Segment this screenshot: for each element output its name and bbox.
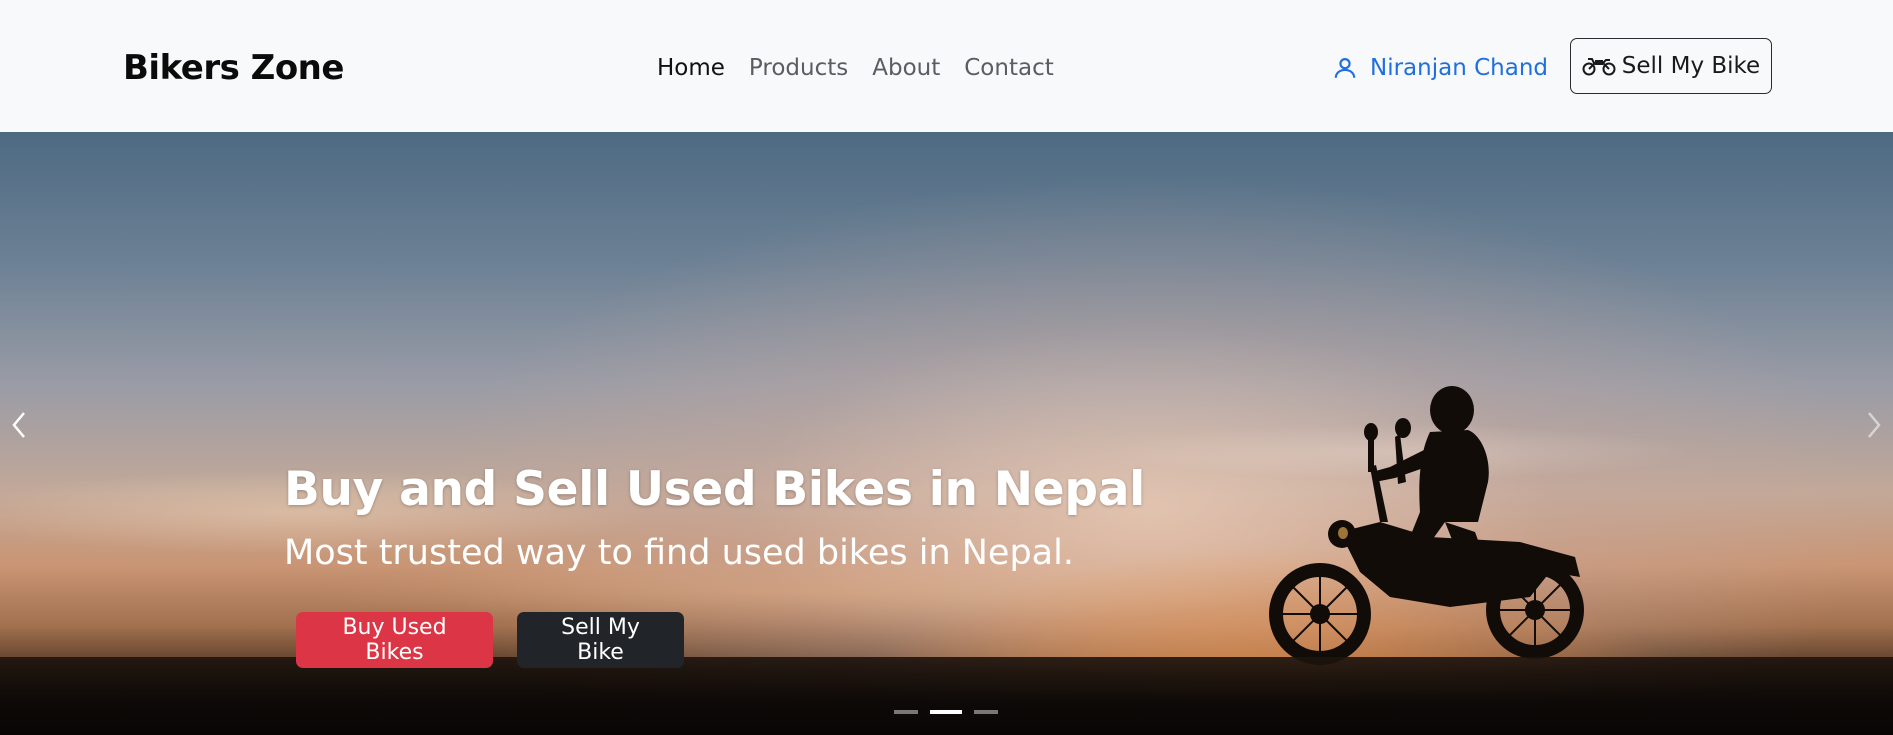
- buy-used-bikes-button[interactable]: Buy Used Bikes: [296, 612, 493, 668]
- hero-buttons: Buy Used Bikes Sell My Bike: [296, 612, 1145, 668]
- hero-title: Buy and Sell Used Bikes in Nepal: [284, 462, 1145, 517]
- person-icon: [1334, 58, 1356, 78]
- motorcycle-icon: [1582, 58, 1616, 76]
- carousel-indicator-3[interactable]: [974, 710, 998, 714]
- nav-link-about[interactable]: About: [872, 55, 940, 81]
- nav-links: Home Products About Contact: [657, 52, 1054, 84]
- sell-my-bike-nav-button[interactable]: Sell My Bike: [1570, 38, 1772, 94]
- nav-link-home[interactable]: Home: [657, 55, 725, 81]
- carousel-indicator-2[interactable]: [930, 710, 962, 714]
- navbar: Bikers Zone Home Products About Contact …: [0, 0, 1893, 132]
- user-name: Niranjan Chand: [1370, 55, 1549, 81]
- hero-carousel: Buy and Sell Used Bikes in Nepal Most tr…: [0, 132, 1893, 735]
- chevron-right-icon: [1868, 412, 1881, 438]
- motorcycle-rider-silhouette: [1269, 386, 1584, 665]
- carousel-prev-button[interactable]: [0, 400, 40, 450]
- nav-link-products[interactable]: Products: [749, 55, 848, 81]
- sell-my-bike-hero-button[interactable]: Sell My Bike: [517, 612, 684, 668]
- carousel-indicators: [894, 710, 998, 714]
- brand-logo[interactable]: Bikers Zone: [123, 46, 344, 90]
- sell-my-bike-nav-label: Sell My Bike: [1621, 53, 1761, 79]
- hero-ground: [0, 657, 1893, 735]
- carousel-next-button[interactable]: [1853, 400, 1893, 450]
- hero-caption: Buy and Sell Used Bikes in Nepal Most tr…: [284, 460, 1145, 668]
- hero-subtitle: Most trusted way to find used bikes in N…: [284, 533, 1074, 573]
- nav-link-contact[interactable]: Contact: [964, 55, 1053, 81]
- carousel-indicator-1[interactable]: [894, 710, 918, 714]
- user-profile-link[interactable]: Niranjan Chand: [1332, 52, 1548, 84]
- chevron-left-icon: [12, 412, 25, 438]
